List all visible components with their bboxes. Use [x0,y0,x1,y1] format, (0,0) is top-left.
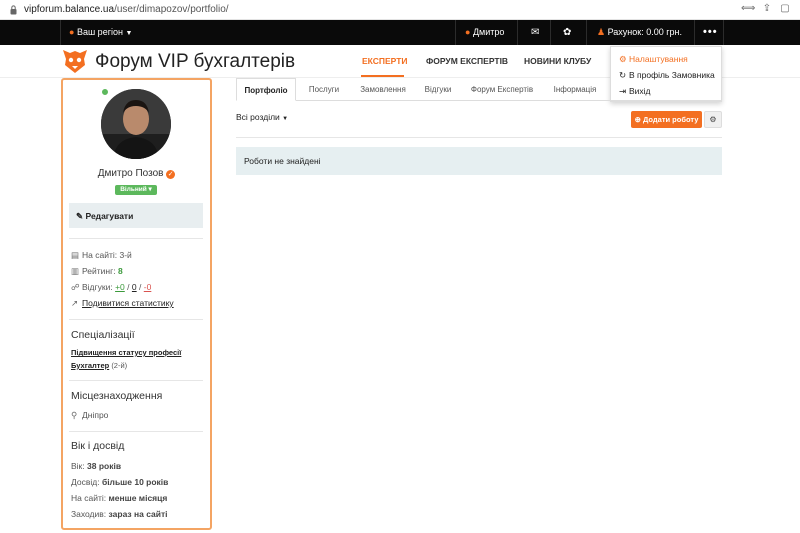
avatar [101,89,171,159]
lock-icon [10,5,17,15]
nav-active-indicator [361,75,404,77]
tab-experts-forum[interactable]: Форум Експертів [464,78,540,101]
specializations-heading: Спеціалізації [71,329,135,341]
handshake-icon[interactable]: ✿ [563,20,571,45]
edit-panel: ✎ Редагувати [69,203,203,228]
caret-down-icon: ▼ [282,116,289,122]
nav-club-news[interactable]: НОВИНИ КЛУБУ [524,56,591,66]
calendar-icon: ▤ [71,250,80,260]
info-experience: Досвід: більше 10 років [71,477,169,487]
divider [69,319,203,320]
divider [586,20,587,45]
info-age: Вік: 38 років [71,461,122,471]
mail-icon[interactable]: ✉ [531,20,539,45]
url-text[interactable]: vipforum.balance.ua/user/dimapozov/portf… [24,4,229,15]
more-icon[interactable]: ••• [703,20,718,45]
pencil-icon: ✎ [76,211,84,221]
tab-services[interactable]: Послуги [299,78,349,101]
divider [236,137,722,138]
tab-portfolio[interactable]: Портфоліо [236,78,296,101]
top-navbar: ● Ваш регіон ▼ ● Дмитро ✉ ✿ ♟ Рахунок: 0… [0,20,800,45]
user-menu[interactable]: ● Дмитро [465,20,504,45]
tab-information[interactable]: Інформація [545,78,605,101]
info-last-visit: Заходив: зараз на сайті [71,509,168,519]
map-marker-icon: ⚲ [71,410,78,420]
region-label: Ваш регіон [76,27,123,37]
avatar-photo [101,89,171,159]
profile-name: Дмитро Позов ✓ [97,168,176,179]
region-selector[interactable]: ● Ваш регіон ▼ [69,20,132,45]
location-heading: Місцезнаходження [71,390,163,402]
online-indicator [101,88,109,96]
add-work-button[interactable]: ⊕ Додати роботу [631,111,702,128]
menu-item-settings[interactable]: ⚙ Налаштування [619,54,688,65]
edit-profile-button[interactable]: ✎ Редагувати [76,211,133,222]
empty-state-message: Роботи не знайдені [244,156,321,166]
profile-tabs: Портфоліо Послуги Замовлення Відгуки Фор… [236,78,722,101]
account-icon: ♟ [597,27,606,37]
nav-experts-forum[interactable]: ФОРУМ ЕКСПЕРТІВ [426,56,508,66]
empty-state-alert: Роботи не знайдені [236,147,722,175]
account-balance[interactable]: ♟ Рахунок: 0.00 грн. [597,20,682,45]
divider [455,20,456,45]
divider [69,238,203,239]
bar-chart-icon: ▥ [71,266,80,276]
comments-icon: ☍ [71,282,80,292]
stat-on-site: ▤ На сайті: 3-й [71,250,132,260]
tab-orders[interactable]: Замовлення [352,78,414,101]
specialization-link[interactable]: Підвищення статусу професії [71,348,181,357]
reviews-negative-link[interactable]: -0 [144,282,152,292]
stat-rating: ▥ Рейтинг: 8 [71,266,123,276]
line-chart-icon: ↗ [71,298,79,308]
specialization-row: Бухгалтер (2-й) [71,361,128,370]
age-experience-heading: Вік і досвід [71,440,125,452]
extensions-icon[interactable]: ▢ [779,3,791,15]
verified-icon: ✓ [166,170,176,179]
site-title[interactable]: Форум VIP бухгалтерів [95,51,295,73]
status-badge[interactable]: Вільний ▾ [115,185,157,195]
tab-reviews[interactable]: Відгуки [417,78,459,101]
info-member-since: На сайті: менше місяця [71,493,168,503]
divider [60,20,61,45]
browser-address-bar: vipforum.balance.ua/user/dimapozov/portf… [0,0,800,20]
caret-down-icon: ▼ [125,30,133,37]
plus-circle-icon: ⊕ [634,115,641,124]
logo-icon[interactable] [61,48,89,74]
specialization-accountant-link[interactable]: Бухгалтер [71,361,109,370]
divider [69,380,203,381]
share-icon[interactable]: ⇪ [761,3,773,15]
account-label: Рахунок: 0.00 грн. [607,27,682,37]
profile-sidebar: Дмитро Позов ✓ Вільний ▾ ✎ Редагувати ▤ Н… [61,78,212,530]
gear-icon[interactable]: ⚙ [704,111,722,128]
map-pin-icon: ● [69,27,75,37]
reviews-neutral-link[interactable]: 0 [132,282,137,292]
divider [723,20,724,45]
section-filter-dropdown[interactable]: Всі розділи ▼ [236,112,288,122]
divider [694,20,695,45]
user-icon: ● [465,27,471,37]
nav-experts[interactable]: ЕКСПЕРТИ [362,56,408,66]
reviews-positive-link[interactable]: +0 [115,282,125,292]
user-label: Дмитро [472,27,505,37]
divider [69,431,203,432]
stat-reviews: ☍ Відгуки: +0 / 0 / -0 [71,282,152,292]
divider [517,20,518,45]
divider [550,20,551,45]
cogs-icon: ⚙ [619,54,627,64]
translate-icon[interactable]: ⟺ [741,3,755,15]
location-value: ⚲ Дніпро [71,410,109,420]
stats-link[interactable]: ↗ Подивитися статистику [71,298,174,309]
